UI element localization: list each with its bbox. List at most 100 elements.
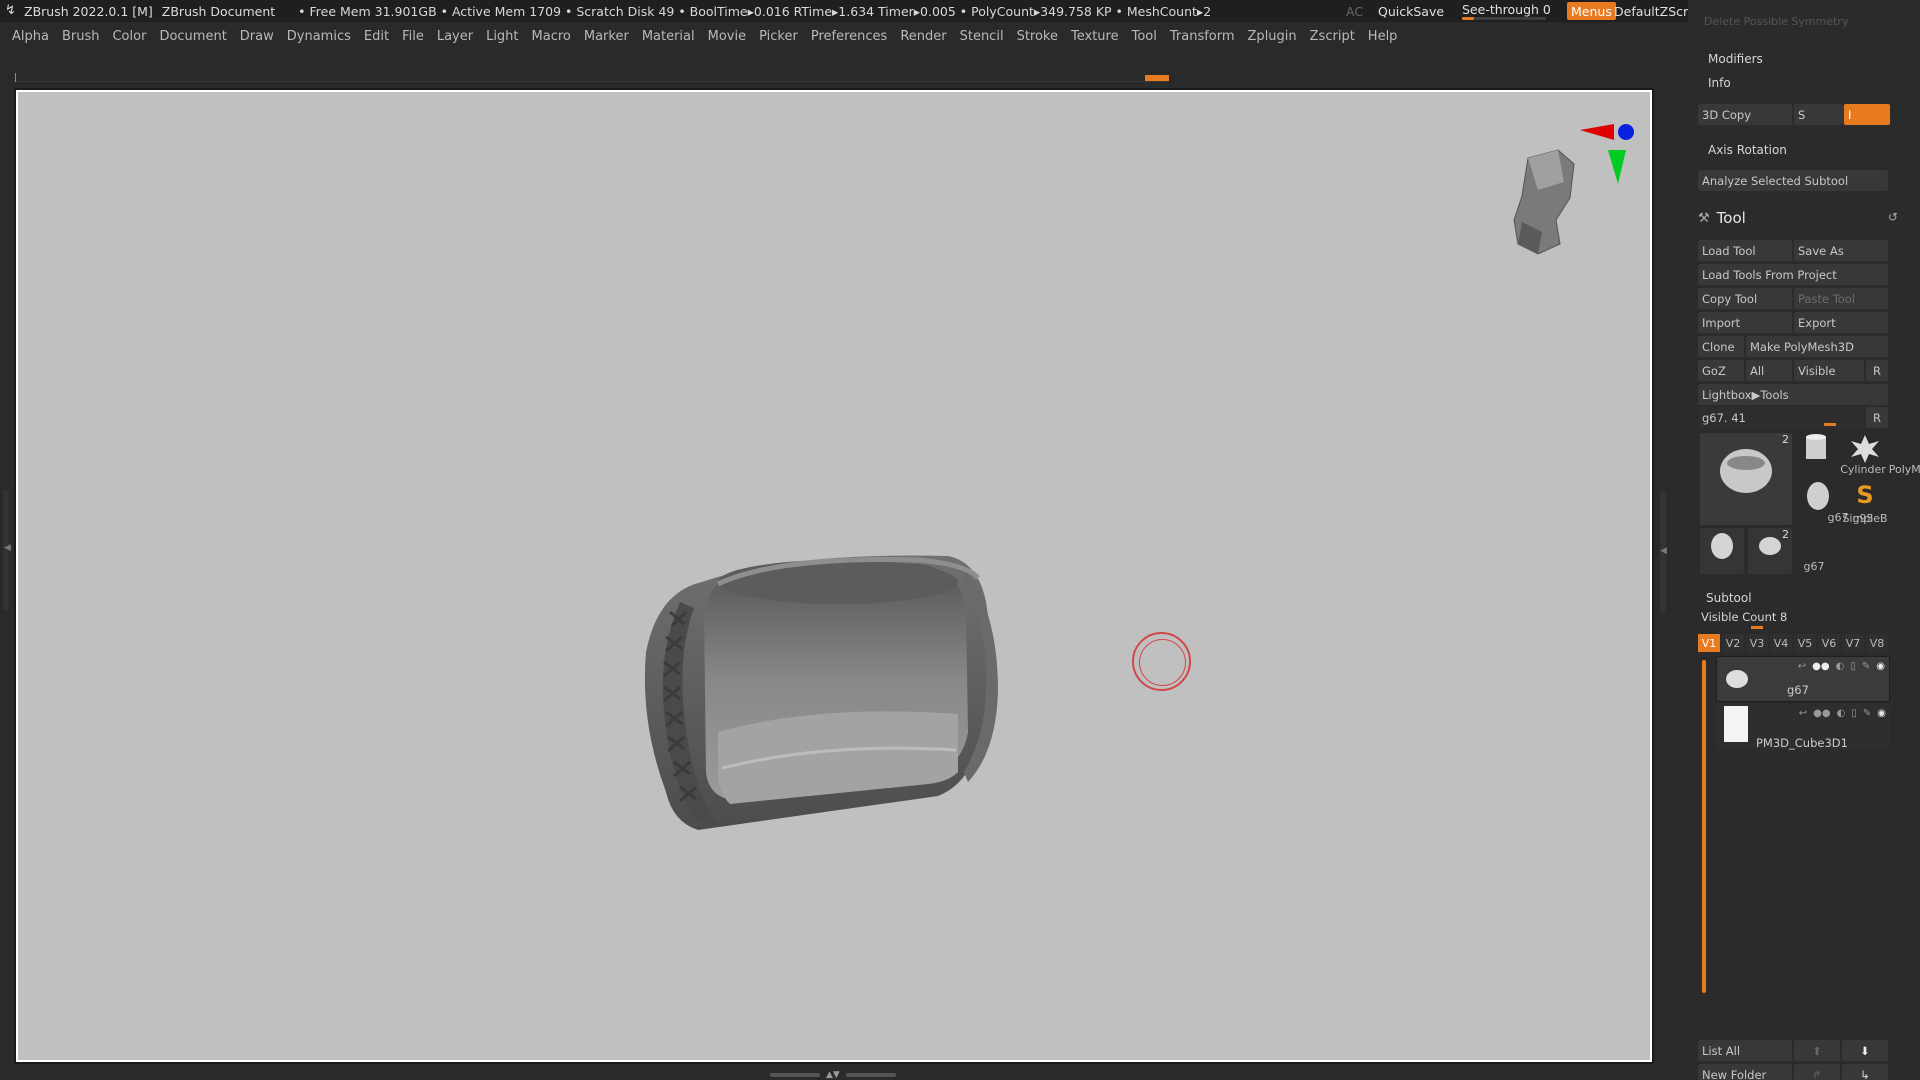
menu-movie[interactable]: Movie [708, 29, 746, 44]
current-tool-slider[interactable]: g67. 41 [1698, 407, 1864, 428]
menu-preferences[interactable]: Preferences [811, 29, 887, 44]
half-icon[interactable]: ◐ [1836, 661, 1845, 672]
load-tools-from-project-button[interactable]: Load Tools From Project [1698, 264, 1888, 285]
tool-thumb-g91[interactable]: g91 [1700, 528, 1776, 574]
seethrough-track[interactable] [1462, 17, 1546, 20]
menu-brush[interactable]: Brush [62, 29, 100, 44]
menu-zscript[interactable]: Zscript [1310, 29, 1355, 44]
refresh-icon[interactable]: ↺ [1888, 210, 1898, 224]
tool-thumb-cylinder[interactable]: Cylinder [1794, 433, 1886, 477]
subtool-row-pm3d-cube[interactable]: ↩ ●● ◐ ▯ ✎ ◉ PM3D_Cube3D1 [1716, 704, 1890, 750]
vtab-v7[interactable]: V7 [1842, 634, 1864, 652]
truncated-option[interactable]: Delete Possible Symmetry [1704, 15, 1848, 28]
menu-transform[interactable]: Transform [1170, 29, 1235, 44]
quicksave-button[interactable]: QuickSave [1378, 0, 1444, 22]
menu-file[interactable]: File [402, 29, 424, 44]
copy-tool-button[interactable]: Copy Tool [1698, 288, 1792, 309]
menu-zplugin[interactable]: Zplugin [1248, 29, 1297, 44]
goz-button[interactable]: GoZ [1698, 360, 1744, 381]
s-button[interactable]: S [1794, 104, 1844, 125]
move-up-icon[interactable]: ⬆ [1794, 1040, 1840, 1061]
menu-document[interactable]: Document [159, 29, 226, 44]
goz-visible-button[interactable]: Visible [1794, 360, 1864, 381]
goz-all-button[interactable]: All [1746, 360, 1792, 381]
vtab-v8[interactable]: V8 [1866, 634, 1888, 652]
vtab-v4[interactable]: V4 [1770, 634, 1792, 652]
y-axis-arrow[interactable] [1608, 150, 1626, 184]
goz-r-button[interactable]: R [1866, 360, 1888, 381]
vtab-v6[interactable]: V6 [1818, 634, 1840, 652]
menu-help[interactable]: Help [1368, 29, 1398, 44]
menu-stroke[interactable]: Stroke [1017, 29, 1058, 44]
menu-tool[interactable]: Tool [1132, 29, 1157, 44]
load-tool-button[interactable]: Load Tool [1698, 240, 1792, 261]
move-down-icon[interactable]: ⬇ [1842, 1040, 1888, 1061]
save-as-button[interactable]: Save As [1794, 240, 1888, 261]
timeline-track[interactable] [14, 73, 1169, 82]
menu-marker[interactable]: Marker [584, 29, 629, 44]
toggle-icon[interactable]: ●● [1812, 661, 1829, 672]
tool-thumb-polymesh[interactable]: PolyMes [1842, 433, 1920, 477]
arrow-icon[interactable]: ↩ [1798, 661, 1806, 672]
visible-count-knob[interactable] [1751, 626, 1763, 629]
paste-tool-button[interactable]: Paste Tool [1794, 288, 1888, 309]
toggle-icon[interactable]: ●● [1813, 708, 1830, 719]
arrow-icon[interactable]: ↩ [1799, 708, 1807, 719]
seethrough-slider[interactable]: See-through 0 [1462, 0, 1554, 22]
x-axis-arrow[interactable] [1580, 124, 1614, 140]
i-button[interactable]: I [1844, 104, 1890, 125]
subtool-scrollbar[interactable] [1702, 660, 1706, 993]
tool-thumb-g67-main[interactable]: 2 g67 [1700, 433, 1848, 525]
list-all-button[interactable]: List All [1698, 1040, 1792, 1061]
eye-icon[interactable]: ◉ [1877, 708, 1886, 719]
axis-rotation-section[interactable]: Axis Rotation [1708, 143, 1787, 157]
menu-alpha[interactable]: Alpha [12, 29, 49, 44]
timeline-marker[interactable] [1145, 75, 1169, 81]
menu-color[interactable]: Color [112, 29, 146, 44]
menu-layer[interactable]: Layer [437, 29, 473, 44]
lightbox-tools-button[interactable]: Lightbox▶Tools [1698, 384, 1888, 405]
current-tool-slider-knob[interactable] [1824, 423, 1836, 426]
menu-material[interactable]: Material [642, 29, 695, 44]
document-canvas[interactable] [16, 90, 1652, 1062]
navigation-head-gizmo[interactable] [1513, 124, 1634, 255]
copy3d-button[interactable]: 3D Copy [1698, 104, 1792, 125]
vtab-v2[interactable]: V2 [1722, 634, 1744, 652]
menu-texture[interactable]: Texture [1071, 29, 1119, 44]
lock-icon[interactable]: ▯ [1850, 661, 1856, 672]
bottom-tray-handle[interactable]: ▲▼ [770, 1070, 900, 1080]
analyze-subtool-button[interactable]: Analyze Selected Subtool [1698, 170, 1888, 191]
left-tray-arrow-icon[interactable]: ◀ [4, 543, 11, 553]
subtool-row-g67[interactable]: ↩ ●● ◐ ▯ ✎ ◉ g67 [1716, 656, 1890, 702]
new-folder-button[interactable]: New Folder [1698, 1064, 1792, 1080]
eye-icon[interactable]: ◉ [1876, 661, 1885, 672]
lock-icon[interactable]: ▯ [1851, 708, 1857, 719]
ring-model[interactable] [644, 555, 998, 830]
tool-palette-title[interactable]: ⚒ Tool [1698, 209, 1746, 227]
current-tool-r-button[interactable]: R [1866, 407, 1888, 428]
menu-picker[interactable]: Picker [759, 29, 798, 44]
clone-button[interactable]: Clone [1698, 336, 1744, 357]
menu-draw[interactable]: Draw [240, 29, 274, 44]
tool-thumb-simpleb[interactable]: S SimpleB [1842, 480, 1888, 526]
import-button[interactable]: Import [1698, 312, 1792, 333]
brush-icon[interactable]: ✎ [1863, 708, 1871, 719]
menus-button[interactable]: Menus [1567, 2, 1616, 20]
menu-render[interactable]: Render [900, 29, 946, 44]
tool-thumb-g67[interactable]: 2 g67 [1748, 528, 1824, 574]
menu-edit[interactable]: Edit [364, 29, 389, 44]
right-tray-arrow-icon[interactable]: ◀ [1660, 546, 1667, 556]
visible-count-slider[interactable]: Visible Count 8 [1701, 610, 1787, 629]
vtab-v1[interactable]: V1 [1698, 634, 1720, 652]
export-button[interactable]: Export [1794, 312, 1888, 333]
vtab-v3[interactable]: V3 [1746, 634, 1768, 652]
tool-thumb-g95[interactable]: g95 [1794, 480, 1873, 526]
menu-dynamics[interactable]: Dynamics [287, 29, 351, 44]
menu-light[interactable]: Light [486, 29, 518, 44]
make-polymesh3d-button[interactable]: Make PolyMesh3D [1746, 336, 1888, 357]
half-icon[interactable]: ◐ [1837, 708, 1846, 719]
folder-arrow-icon[interactable]: ↱ [1794, 1064, 1840, 1080]
brush-icon[interactable]: ✎ [1862, 661, 1870, 672]
menu-macro[interactable]: Macro [532, 29, 571, 44]
z-axis-dot[interactable] [1618, 124, 1634, 140]
